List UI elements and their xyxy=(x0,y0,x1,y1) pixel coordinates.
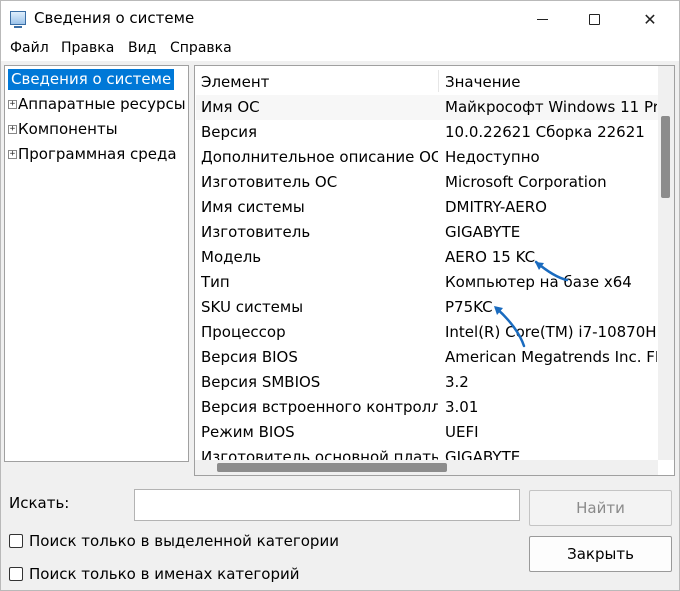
checkbox-label: Поиск только в выделенной категории xyxy=(29,532,339,550)
window-title: Сведения о системе xyxy=(34,9,195,27)
cell-item: Версия SMBIOS xyxy=(201,373,321,391)
minimize-button[interactable] xyxy=(519,1,565,37)
table-row[interactable]: Тип Компьютер на базе x64 xyxy=(196,270,658,295)
cell-value: Intel(R) Core(TM) i7-10870H CPU xyxy=(445,323,657,341)
search-category-names-checkbox[interactable] xyxy=(9,567,23,581)
cell-value: American Megatrends Inc. FB0 xyxy=(445,348,657,366)
system-info-app-icon xyxy=(10,11,26,28)
cell-item: Режим BIOS xyxy=(201,423,295,441)
cell-item: Тип xyxy=(201,273,230,291)
cell-value: P75KC xyxy=(445,298,493,316)
search-input[interactable] xyxy=(134,489,520,521)
search-category-names-option[interactable]: Поиск только в именах категорий xyxy=(9,565,299,583)
search-selected-category-checkbox[interactable] xyxy=(9,534,23,548)
cell-item: SKU системы xyxy=(201,298,304,316)
tree-item-software-environment[interactable]: + Программная среда xyxy=(8,143,177,165)
expand-icon[interactable]: + xyxy=(8,149,17,159)
cell-item: Изготовитель ОС xyxy=(201,173,338,191)
cell-value: Недоступно xyxy=(445,148,540,166)
table-row[interactable]: Имя ОС Майкрософт Windows 11 Pro xyxy=(196,95,658,120)
cell-value: Microsoft Corporation xyxy=(445,173,607,191)
table-row[interactable]: Версия SMBIOS 3.2 xyxy=(196,370,658,395)
checkbox-label: Поиск только в именах категорий xyxy=(29,565,300,583)
tree-item-system-summary[interactable]: Сведения о системе xyxy=(8,69,175,90)
vertical-scroll-thumb[interactable] xyxy=(661,116,670,198)
horizontal-scrollbar[interactable] xyxy=(195,460,658,475)
expand-icon[interactable]: + xyxy=(8,99,17,109)
vertical-scrollbar[interactable] xyxy=(658,66,674,460)
table-row[interactable]: Дополнительное описание ОС Недоступно xyxy=(196,145,658,170)
column-header-item[interactable]: Элемент xyxy=(201,73,269,91)
tree-item-label: Программная среда xyxy=(18,145,177,163)
table-row[interactable]: Имя системы DMITRY-AERO xyxy=(196,195,658,220)
maximize-icon xyxy=(588,13,600,25)
cell-item: Дополнительное описание ОС xyxy=(201,148,438,166)
maximize-button[interactable] xyxy=(571,1,617,37)
cell-item: Имя ОС xyxy=(201,98,260,116)
cell-item: Имя системы xyxy=(201,198,305,216)
cell-value: Майкрософт Windows 11 Pro xyxy=(445,98,657,116)
details-list: Элемент Значение Имя ОС Майкрософт Window… xyxy=(194,65,675,476)
tree-item-label: Аппаратные ресурсы xyxy=(18,95,186,113)
column-header-value[interactable]: Значение xyxy=(445,73,521,91)
cell-item: Изготовитель xyxy=(201,223,311,241)
system-information-window: Сведения о системе ✕ Файл Правка Вид Спр… xyxy=(0,0,680,591)
table-row[interactable]: SKU системы P75KC xyxy=(196,295,658,320)
menu-bar: Файл Правка Вид Справка xyxy=(1,37,679,61)
close-icon: ✕ xyxy=(643,9,657,29)
cell-value: UEFI xyxy=(445,423,479,441)
tree-item-hardware-resources[interactable]: + Аппаратные ресурсы xyxy=(8,93,186,115)
find-button[interactable]: Найти xyxy=(529,490,672,526)
expand-icon[interactable]: + xyxy=(8,124,17,134)
table-row[interactable]: Изготовитель GIGABYTE xyxy=(196,220,658,245)
cell-item: Версия BIOS xyxy=(201,348,298,366)
cell-item: Версия xyxy=(201,123,258,141)
cell-item: Версия встроенного контроллера xyxy=(201,398,438,416)
table-row[interactable]: Версия встроенного контроллера 3.01 xyxy=(196,395,658,420)
search-label: Искать: xyxy=(9,494,70,512)
close-button[interactable]: Закрыть xyxy=(529,536,672,572)
close-window-button[interactable]: ✕ xyxy=(627,1,673,37)
menu-view[interactable]: Вид xyxy=(128,40,156,56)
tree-item-label: Компоненты xyxy=(18,120,118,138)
cell-value: AERO 15 KC xyxy=(445,248,536,266)
table-row[interactable]: Процессор Intel(R) Core(TM) i7-10870H CPU xyxy=(196,320,658,345)
table-row[interactable]: Версия BIOS American Megatrends Inc. FB0 xyxy=(196,345,658,370)
menu-file[interactable]: Файл xyxy=(10,40,49,56)
menu-help[interactable]: Справка xyxy=(170,40,232,56)
table-row[interactable]: Режим BIOS UEFI xyxy=(196,420,658,445)
cell-value: 10.0.22621 Сборка 22621 xyxy=(445,123,645,141)
tree-item-components[interactable]: + Компоненты xyxy=(8,118,118,140)
cell-item: Модель xyxy=(201,248,262,266)
table-row[interactable]: Версия 10.0.22621 Сборка 22621 xyxy=(196,120,658,145)
title-bar: Сведения о системе ✕ xyxy=(1,1,679,37)
category-tree: Сведения о системе + Аппаратные ресурсы … xyxy=(4,65,189,462)
cell-value: 3.2 xyxy=(445,373,469,391)
search-selected-category-option[interactable]: Поиск только в выделенной категории xyxy=(9,532,339,550)
minimize-icon xyxy=(536,18,548,20)
table-row[interactable]: Изготовитель ОС Microsoft Corporation xyxy=(196,170,658,195)
cell-value: 3.01 xyxy=(445,398,479,416)
cell-value: Компьютер на базе x64 xyxy=(445,273,632,291)
cell-item: Процессор xyxy=(201,323,286,341)
cell-value: GIGABYTE xyxy=(445,223,521,241)
horizontal-scroll-thumb[interactable] xyxy=(217,463,447,472)
cell-value: DMITRY-AERO xyxy=(445,198,547,216)
column-divider[interactable] xyxy=(438,70,439,92)
menu-edit[interactable]: Правка xyxy=(61,40,114,56)
table-row[interactable]: Модель AERO 15 KC xyxy=(196,245,658,270)
